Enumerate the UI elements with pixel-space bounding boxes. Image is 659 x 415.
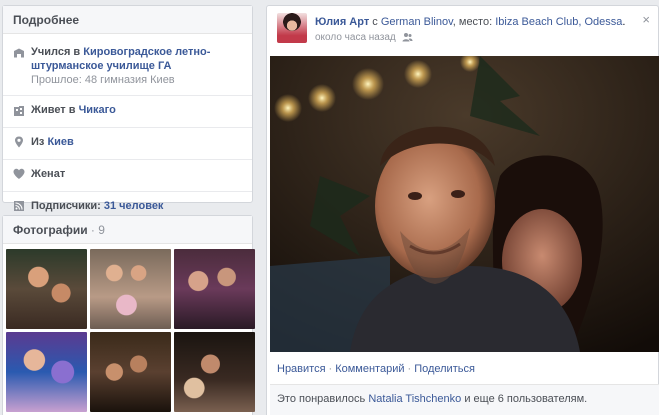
tagged-person-link[interactable]: German Blinov xyxy=(381,16,453,28)
school-link-line2[interactable]: штурманское училище ГА xyxy=(31,59,242,73)
liker-link[interactable]: Natalia Tishchenko xyxy=(368,393,461,405)
photos-header[interactable]: Фотографии · 9 xyxy=(3,216,252,244)
heart-icon xyxy=(13,168,25,180)
photos-count: 9 xyxy=(98,223,105,237)
followers-prefix: Подписчики: xyxy=(31,200,104,212)
lives-city-link[interactable]: Чикаго xyxy=(79,104,116,116)
about-relationship: Женат xyxy=(3,160,252,192)
close-icon[interactable]: × xyxy=(642,12,650,27)
place-label: , место: xyxy=(452,16,496,28)
audience-icon[interactable] xyxy=(402,32,413,47)
about-study: Учился в Кировоградское летно- штурманск… xyxy=(3,38,252,96)
period: . xyxy=(622,16,626,28)
about-lives: Живет в Чикаго xyxy=(3,96,252,128)
post-photo-image xyxy=(270,56,659,352)
about-list: Учился в Кировоградское летно- штурманск… xyxy=(3,34,252,221)
photos-title[interactable]: Фотографии xyxy=(13,223,88,237)
avatar[interactable] xyxy=(277,13,307,43)
post-card: Юлия Арт с German Blinov, место: Ibiza B… xyxy=(266,5,659,415)
about-title: Подробнее xyxy=(3,6,252,34)
place-link[interactable]: Ibiza Beach Club, Odessa xyxy=(495,16,622,28)
location-icon xyxy=(13,136,25,148)
study-icon xyxy=(13,47,25,59)
photo-thumb[interactable] xyxy=(174,249,255,329)
post-actions: Нравится · Комментарий · Поделиться xyxy=(277,363,475,375)
photo-thumb[interactable] xyxy=(174,332,255,412)
likes-suffix[interactable]: и еще 6 пользователям. xyxy=(461,393,587,405)
photo-thumb[interactable] xyxy=(90,332,171,412)
post-meta: Юлия Арт с German Blinov, место: Ibiza B… xyxy=(315,15,635,47)
relationship-status: Женат xyxy=(31,168,66,180)
past-school: Прошлое: 48 гимназия Киев xyxy=(31,74,175,86)
comment-button[interactable]: Комментарий xyxy=(335,363,404,375)
about-from: Из Киев xyxy=(3,128,252,160)
photos-card: Фотографии · 9 xyxy=(2,215,255,415)
school-link[interactable]: Кировоградское летно- xyxy=(83,46,210,58)
followers-count-link[interactable]: 31 человек xyxy=(104,200,164,212)
photo-thumb[interactable] xyxy=(6,332,87,412)
about-card: Подробнее Учился в Кировоградское летно-… xyxy=(2,5,253,212)
from-city-link[interactable]: Киев xyxy=(47,136,73,148)
home-icon xyxy=(13,105,25,117)
post-photo[interactable] xyxy=(270,56,659,352)
study-prefix: Учился в xyxy=(31,46,84,58)
author-link[interactable]: Юлия Арт xyxy=(315,16,369,28)
with-word: с xyxy=(369,16,381,28)
photos-grid xyxy=(3,244,255,412)
share-button[interactable]: Поделиться xyxy=(414,363,475,375)
post-timestamp[interactable]: около часа назад xyxy=(315,32,396,43)
photo-thumb[interactable] xyxy=(90,249,171,329)
photo-thumb[interactable] xyxy=(6,249,87,329)
like-button[interactable]: Нравится xyxy=(277,363,326,375)
likes-prefix: Это понравилось xyxy=(277,393,369,405)
rss-icon xyxy=(13,200,25,212)
post-header: Юлия Арт с German Blinov, место: Ibiza B… xyxy=(267,6,658,56)
lives-prefix: Живет в xyxy=(31,104,79,116)
likes-summary: Это понравилось Natalia Tishchenko и еще… xyxy=(270,384,659,415)
from-prefix: Из xyxy=(31,136,48,148)
